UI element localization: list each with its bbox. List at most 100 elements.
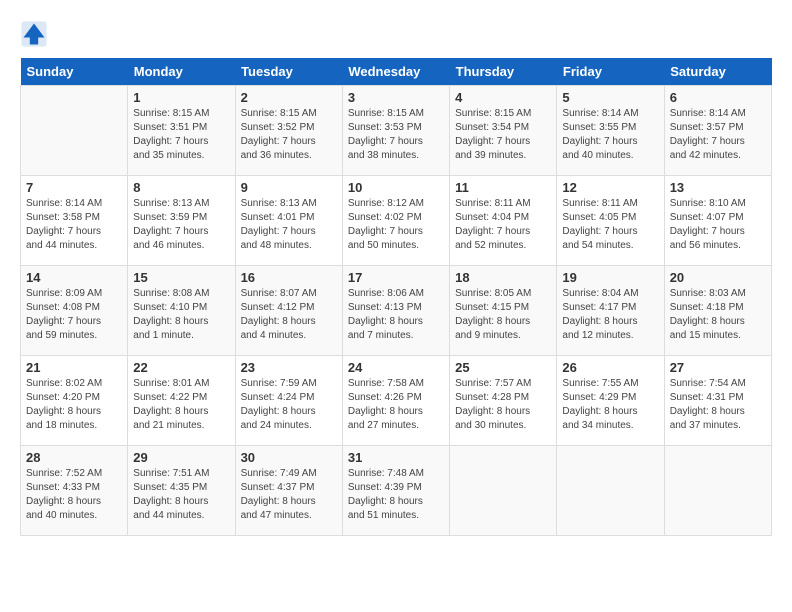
calendar-cell: 24Sunrise: 7:58 AM Sunset: 4:26 PM Dayli… <box>342 356 449 446</box>
day-number: 30 <box>241 450 337 465</box>
calendar-table: SundayMondayTuesdayWednesdayThursdayFrid… <box>20 58 772 536</box>
calendar-cell: 15Sunrise: 8:08 AM Sunset: 4:10 PM Dayli… <box>128 266 235 356</box>
calendar-cell: 10 Sunrise: 8:12 AM Sunset: 4:02 PM Dayli… <box>342 176 449 266</box>
day-number: 13 <box>670 180 766 195</box>
day-info: Sunrise: 8:15 AM Sunset: 3:52 PM Dayligh… <box>241 107 337 163</box>
calendar-cell: 5 Sunrise: 8:14 AM Sunset: 3:55 PM Daylig… <box>557 86 664 176</box>
day-number: 2 <box>241 90 337 105</box>
day-info: Sunrise: 8:14 AM Sunset: 3:57 PM Dayligh… <box>670 107 766 163</box>
calendar-cell <box>450 446 557 536</box>
day-info: Sunrise: 8:07 AM Sunset: 4:12 PM Dayligh… <box>241 287 337 343</box>
calendar-cell: 22Sunrise: 8:01 AM Sunset: 4:22 PM Dayli… <box>128 356 235 446</box>
day-header-sunday: Sunday <box>21 58 128 86</box>
calendar-cell: 3 Sunrise: 8:15 AM Sunset: 3:53 PM Daylig… <box>342 86 449 176</box>
day-info: Sunrise: 8:04 AM Sunset: 4:17 PM Dayligh… <box>562 287 658 343</box>
day-number: 17 <box>348 270 444 285</box>
day-info: Sunrise: 8:11 AM Sunset: 4:05 PM Dayligh… <box>562 197 658 253</box>
calendar-cell: 18Sunrise: 8:05 AM Sunset: 4:15 PM Dayli… <box>450 266 557 356</box>
day-header-friday: Friday <box>557 58 664 86</box>
day-number: 4 <box>455 90 551 105</box>
calendar-cell: 31 Sunrise: 7:48 AM Sunset: 4:39 PM Dayli… <box>342 446 449 536</box>
day-number: 5 <box>562 90 658 105</box>
calendar-cell: 17 Sunrise: 8:06 AM Sunset: 4:13 PM Dayli… <box>342 266 449 356</box>
week-row-5: 28 Sunrise: 7:52 AM Sunset: 4:33 PM Dayli… <box>21 446 772 536</box>
calendar-cell: 29Sunrise: 7:51 AM Sunset: 4:35 PM Dayli… <box>128 446 235 536</box>
day-number: 11 <box>455 180 551 195</box>
day-info: Sunrise: 7:57 AM Sunset: 4:28 PM Dayligh… <box>455 377 551 433</box>
calendar-cell: 19Sunrise: 8:04 AM Sunset: 4:17 PM Dayli… <box>557 266 664 356</box>
calendar-cell: 16 Sunrise: 8:07 AM Sunset: 4:12 PM Dayli… <box>235 266 342 356</box>
day-info: Sunrise: 7:49 AM Sunset: 4:37 PM Dayligh… <box>241 467 337 523</box>
day-number: 6 <box>670 90 766 105</box>
day-info: Sunrise: 7:55 AM Sunset: 4:29 PM Dayligh… <box>562 377 658 433</box>
header <box>20 20 772 48</box>
calendar-cell <box>664 446 771 536</box>
day-info: Sunrise: 8:15 AM Sunset: 3:54 PM Dayligh… <box>455 107 551 163</box>
day-info: Sunrise: 8:03 AM Sunset: 4:18 PM Dayligh… <box>670 287 766 343</box>
day-info: Sunrise: 7:51 AM Sunset: 4:35 PM Dayligh… <box>133 467 229 523</box>
day-number: 26 <box>562 360 658 375</box>
week-row-1: 1Sunrise: 8:15 AM Sunset: 3:51 PM Daylig… <box>21 86 772 176</box>
day-header-wednesday: Wednesday <box>342 58 449 86</box>
day-info: Sunrise: 8:13 AM Sunset: 3:59 PM Dayligh… <box>133 197 229 253</box>
calendar-cell: 20Sunrise: 8:03 AM Sunset: 4:18 PM Dayli… <box>664 266 771 356</box>
day-header-monday: Monday <box>128 58 235 86</box>
day-info: Sunrise: 8:02 AM Sunset: 4:20 PM Dayligh… <box>26 377 122 433</box>
day-info: Sunrise: 8:15 AM Sunset: 3:53 PM Dayligh… <box>348 107 444 163</box>
day-number: 8 <box>133 180 229 195</box>
day-number: 3 <box>348 90 444 105</box>
day-info: Sunrise: 7:48 AM Sunset: 4:39 PM Dayligh… <box>348 467 444 523</box>
day-number: 9 <box>241 180 337 195</box>
calendar-cell: 21 Sunrise: 8:02 AM Sunset: 4:20 PM Dayli… <box>21 356 128 446</box>
day-info: Sunrise: 7:54 AM Sunset: 4:31 PM Dayligh… <box>670 377 766 433</box>
day-info: Sunrise: 8:11 AM Sunset: 4:04 PM Dayligh… <box>455 197 551 253</box>
day-number: 27 <box>670 360 766 375</box>
calendar-cell: 11 Sunrise: 8:11 AM Sunset: 4:04 PM Dayli… <box>450 176 557 266</box>
calendar-cell: 30 Sunrise: 7:49 AM Sunset: 4:37 PM Dayli… <box>235 446 342 536</box>
calendar-cell: 6 Sunrise: 8:14 AM Sunset: 3:57 PM Daylig… <box>664 86 771 176</box>
header-row: SundayMondayTuesdayWednesdayThursdayFrid… <box>21 58 772 86</box>
day-number: 15 <box>133 270 229 285</box>
calendar-cell: 28 Sunrise: 7:52 AM Sunset: 4:33 PM Dayli… <box>21 446 128 536</box>
day-number: 22 <box>133 360 229 375</box>
day-number: 12 <box>562 180 658 195</box>
day-number: 25 <box>455 360 551 375</box>
calendar-cell: 27 Sunrise: 7:54 AM Sunset: 4:31 PM Dayli… <box>664 356 771 446</box>
calendar-cell: 25 Sunrise: 7:57 AM Sunset: 4:28 PM Dayli… <box>450 356 557 446</box>
day-number: 14 <box>26 270 122 285</box>
calendar-cell: 9 Sunrise: 8:13 AM Sunset: 4:01 PM Daylig… <box>235 176 342 266</box>
day-info: Sunrise: 8:14 AM Sunset: 3:58 PM Dayligh… <box>26 197 122 253</box>
week-row-2: 7 Sunrise: 8:14 AM Sunset: 3:58 PM Daylig… <box>21 176 772 266</box>
day-info: Sunrise: 7:52 AM Sunset: 4:33 PM Dayligh… <box>26 467 122 523</box>
logo-icon <box>20 20 48 48</box>
day-info: Sunrise: 8:15 AM Sunset: 3:51 PM Dayligh… <box>133 107 229 163</box>
day-info: Sunrise: 7:59 AM Sunset: 4:24 PM Dayligh… <box>241 377 337 433</box>
day-info: Sunrise: 8:10 AM Sunset: 4:07 PM Dayligh… <box>670 197 766 253</box>
logo <box>20 20 52 48</box>
day-number: 23 <box>241 360 337 375</box>
week-row-4: 21 Sunrise: 8:02 AM Sunset: 4:20 PM Dayli… <box>21 356 772 446</box>
day-number: 21 <box>26 360 122 375</box>
calendar-cell: 26 Sunrise: 7:55 AM Sunset: 4:29 PM Dayli… <box>557 356 664 446</box>
calendar-cell: 7 Sunrise: 8:14 AM Sunset: 3:58 PM Daylig… <box>21 176 128 266</box>
day-number: 28 <box>26 450 122 465</box>
day-number: 31 <box>348 450 444 465</box>
day-info: Sunrise: 8:13 AM Sunset: 4:01 PM Dayligh… <box>241 197 337 253</box>
calendar-cell <box>557 446 664 536</box>
day-header-thursday: Thursday <box>450 58 557 86</box>
calendar-cell: 14Sunrise: 8:09 AM Sunset: 4:08 PM Dayli… <box>21 266 128 356</box>
day-number: 24 <box>348 360 444 375</box>
day-info: Sunrise: 8:14 AM Sunset: 3:55 PM Dayligh… <box>562 107 658 163</box>
calendar-cell: 8 Sunrise: 8:13 AM Sunset: 3:59 PM Daylig… <box>128 176 235 266</box>
day-info: Sunrise: 8:05 AM Sunset: 4:15 PM Dayligh… <box>455 287 551 343</box>
calendar-cell: 1Sunrise: 8:15 AM Sunset: 3:51 PM Daylig… <box>128 86 235 176</box>
calendar-cell: 2 Sunrise: 8:15 AM Sunset: 3:52 PM Daylig… <box>235 86 342 176</box>
calendar-cell: 23 Sunrise: 7:59 AM Sunset: 4:24 PM Dayli… <box>235 356 342 446</box>
day-number: 16 <box>241 270 337 285</box>
day-number: 10 <box>348 180 444 195</box>
calendar-cell: 4 Sunrise: 8:15 AM Sunset: 3:54 PM Daylig… <box>450 86 557 176</box>
week-row-3: 14Sunrise: 8:09 AM Sunset: 4:08 PM Dayli… <box>21 266 772 356</box>
day-info: Sunrise: 8:06 AM Sunset: 4:13 PM Dayligh… <box>348 287 444 343</box>
day-number: 7 <box>26 180 122 195</box>
day-info: Sunrise: 8:12 AM Sunset: 4:02 PM Dayligh… <box>348 197 444 253</box>
